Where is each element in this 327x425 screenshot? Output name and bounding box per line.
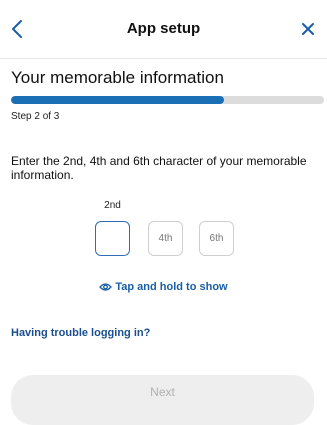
page-title: Your memorable information xyxy=(11,68,224,87)
progress-bar-fill xyxy=(11,96,224,104)
character-column-1: 2nd xyxy=(95,199,130,256)
progress-bar xyxy=(11,96,324,104)
step-indicator: Step 2 of 3 xyxy=(11,111,60,122)
character-column-3: 6th xyxy=(199,199,234,256)
character-caption: 2nd xyxy=(104,200,121,211)
instructions-text: Enter the 2nd, 4th and 6th character of … xyxy=(11,154,307,182)
character-input-1[interactable] xyxy=(95,221,130,256)
character-input-2[interactable]: 4th xyxy=(148,221,183,256)
trouble-logging-in-link[interactable]: Having trouble logging in? xyxy=(11,327,150,339)
header-title: App setup xyxy=(126,20,201,37)
character-column-2: 4th xyxy=(148,199,183,256)
character-input-3[interactable]: 6th xyxy=(199,221,234,256)
app-header: App setup xyxy=(0,0,327,59)
next-button[interactable]: Next xyxy=(11,375,314,425)
character-caption xyxy=(199,199,234,213)
close-icon xyxy=(302,23,314,35)
eye-icon xyxy=(99,282,113,295)
tap-and-hold-to-show[interactable]: Tap and hold to show xyxy=(0,281,327,295)
character-inputs: 2nd 4th 6th xyxy=(95,199,255,269)
character-caption xyxy=(148,199,183,213)
tap-and-hold-label: Tap and hold to show xyxy=(115,281,228,293)
close-button[interactable] xyxy=(297,16,319,42)
